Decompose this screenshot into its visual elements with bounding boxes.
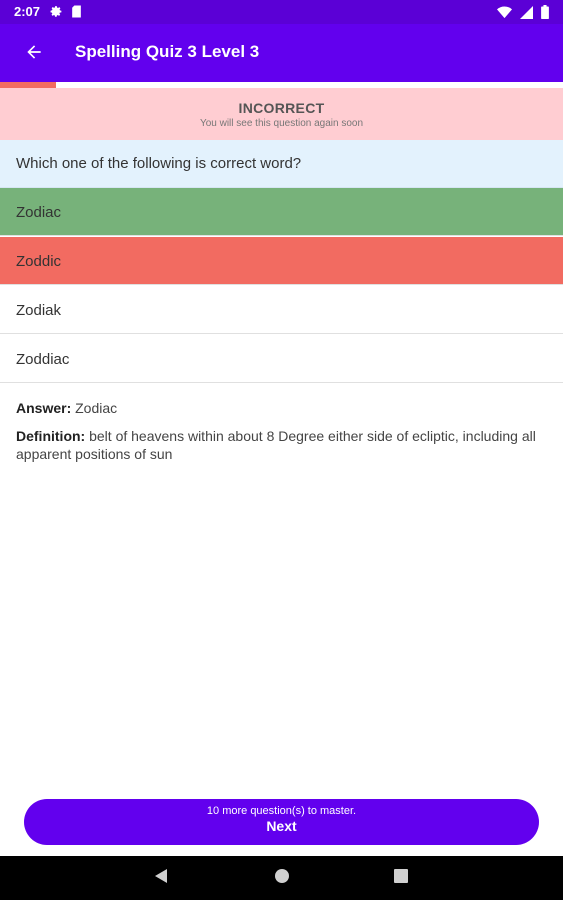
- nav-recents-button[interactable]: [390, 867, 412, 889]
- back-button[interactable]: [20, 40, 48, 68]
- feedback-subtitle: You will see this question again soon: [199, 118, 364, 129]
- wifi-icon: [497, 6, 512, 24]
- battery-icon: [541, 5, 549, 24]
- next-button-subtitle: 10 more question(s) to master.: [206, 805, 357, 817]
- answer-value: Zodiac: [75, 400, 118, 416]
- feedback-banner: INCORRECT You will see this question aga…: [0, 88, 563, 140]
- system-nav-bar: [0, 856, 563, 900]
- question-text: Which one of the following is correct wo…: [0, 140, 563, 188]
- answer-option[interactable]: Zodiak: [0, 286, 563, 334]
- app-bar: Spelling Quiz 3 Level 3: [0, 24, 563, 82]
- nav-back-icon: [154, 868, 168, 889]
- definition-value: belt of heavens within about 8 Degree ei…: [16, 428, 536, 462]
- nav-recents-icon: [394, 868, 408, 888]
- answer-label: Answer:: [16, 400, 72, 416]
- next-button-label: Next: [266, 818, 297, 834]
- answer-line: Answer: Zodiac: [16, 399, 546, 417]
- status-time: 2:07: [14, 4, 41, 19]
- definition-label: Definition:: [16, 428, 86, 444]
- answer-details: Answer: Zodiac Definition: belt of heave…: [16, 399, 546, 473]
- nav-back-button[interactable]: [150, 867, 172, 889]
- feedback-title: INCORRECT: [238, 100, 325, 116]
- signal-icon: [520, 5, 533, 24]
- nav-home-button[interactable]: [271, 867, 293, 889]
- answer-option[interactable]: Zodiac: [0, 188, 563, 236]
- back-arrow-icon: [24, 42, 44, 67]
- status-bar: 2:07: [0, 0, 563, 24]
- gear-icon: [50, 5, 63, 23]
- sd-card-icon: [71, 5, 82, 23]
- answer-option[interactable]: Zoddiac: [0, 335, 563, 383]
- answer-option[interactable]: Zoddic: [0, 237, 563, 285]
- next-button[interactable]: 10 more question(s) to master. Next: [24, 799, 539, 845]
- status-right-icons: [497, 5, 549, 24]
- status-left-icons: [50, 5, 82, 23]
- definition-line: Definition: belt of heavens within about…: [16, 427, 546, 463]
- page-title: Spelling Quiz 3 Level 3: [75, 42, 260, 61]
- nav-home-icon: [274, 868, 290, 889]
